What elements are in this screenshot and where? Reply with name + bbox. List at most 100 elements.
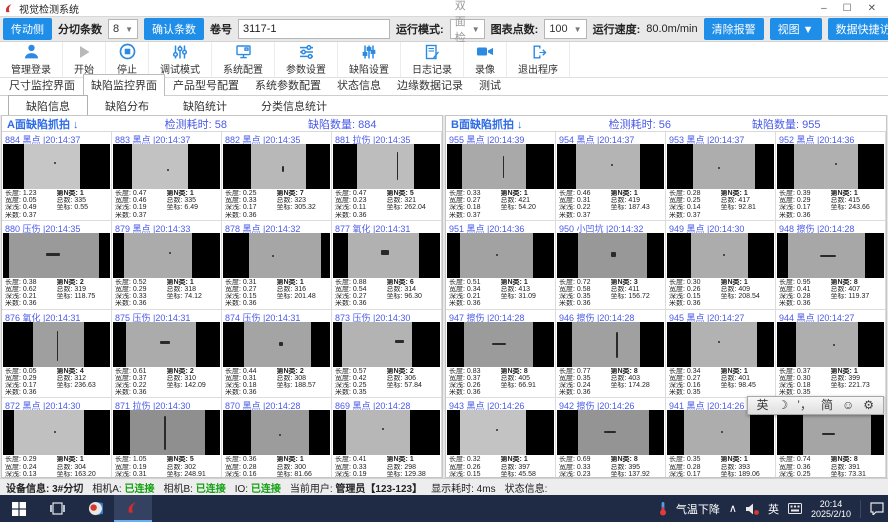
main-tab-1[interactable]: 尺寸监控界面 [1,74,83,95]
defect-cell[interactable]: 874 压伤 |20:14:31长度: 0.44宽度: 0.31深浅: 0.18… [222,310,332,399]
defect-thumbnail[interactable] [777,233,884,278]
defect-cell[interactable]: 877 氧化 |20:14:31长度: 0.88宽度: 0.54深浅: 0.27… [332,221,442,310]
defect-thumbnail[interactable] [113,144,220,189]
main-tab-2[interactable]: 缺陷监控界面 [83,74,165,96]
ribbon-params-sliders-button[interactable]: 参数设置 [275,42,338,77]
defect-cell[interactable]: 949 黑点 |20:14:30长度: 0.30宽度: 0.26深浅: 0.15… [666,221,776,310]
ribbon-camera-button[interactable]: 录像 [464,42,507,77]
thermometer-icon[interactable] [659,501,667,516]
tray-date[interactable]: 2025/2/10 [811,509,851,519]
defect-thumbnail[interactable] [557,410,664,455]
main-tab-6[interactable]: 边缘数据记录 [389,74,471,95]
ime-simplified-mode[interactable]: 简 [821,397,833,414]
defect-thumbnail[interactable] [333,144,440,189]
sub-tab-3[interactable]: 缺陷统计 [166,96,244,116]
ime-keyboard-icon[interactable] [788,503,802,514]
defect-thumbnail[interactable] [777,410,884,455]
tray-time[interactable]: 20:14 [820,499,843,509]
tray-expand-caret[interactable]: ∧ [729,502,737,515]
run-mode-select[interactable]: 双面检测▼ [450,19,485,39]
sub-tab-2[interactable]: 缺陷分布 [88,96,166,116]
ime-settings-gear-icon[interactable]: ⚙ [863,397,874,414]
clear-alarm-button[interactable]: 清除报警 [704,18,764,40]
defect-cell[interactable]: 954 黑点 |20:14:37长度: 0.46宽度: 0.31深浅: 0.22… [556,132,666,221]
defect-thumbnail[interactable] [667,410,774,455]
roll-number-input[interactable] [238,19,390,39]
weather-text[interactable]: 气温下降 [676,501,720,517]
defect-cell[interactable]: 875 压伤 |20:14:31长度: 0.61宽度: 0.37深浅: 0.22… [112,310,222,399]
defect-cell[interactable]: 884 黑点 |20:14:37长度: 1.23宽度: 0.05深浅: 0.49… [2,132,112,221]
defect-cell[interactable]: 876 氧化 |20:14:31长度: 0.05宽度: 0.29深浅: 0.17… [2,310,112,399]
ime-lang-mode[interactable]: 英 [757,397,769,414]
maximize-button[interactable]: ☐ [843,3,852,14]
sub-tab-1[interactable]: 缺陷信息 [8,95,88,117]
main-tab-7[interactable]: 测试 [471,74,509,95]
defect-cell[interactable]: 873 压伤 |20:14:30长度: 0.57宽度: 0.42深浅: 0.25… [332,310,442,399]
task-view-button[interactable] [38,495,76,522]
defect-cell[interactable]: 879 黑点 |20:14:33长度: 0.52宽度: 0.29深浅: 0.33… [112,221,222,310]
volume-icon[interactable] [746,503,759,515]
defect-thumbnail[interactable] [557,144,664,189]
defect-thumbnail[interactable] [447,233,554,278]
confirm-count-button[interactable]: 确认条数 [144,18,204,40]
defect-thumbnail[interactable] [113,410,220,455]
defect-cell[interactable]: 946 擦伤 |20:14:28长度: 0.77宽度: 0.35深浅: 0.24… [556,310,666,399]
defect-cell[interactable]: 869 黑点 |20:14:28长度: 0.41宽度: 0.33深浅: 0.19… [332,398,442,478]
taskbar-app-browser[interactable] [76,495,114,522]
ribbon-exit-button[interactable]: 退出程序 [507,42,570,77]
main-tab-3[interactable]: 产品型号配置 [165,74,247,95]
ribbon-defect-sliders-button[interactable]: 缺陷设置 [338,42,401,77]
defect-cell[interactable]: 872 黑点 |20:14:30长度: 0.29宽度: 0.24深浅: 0.13… [2,398,112,478]
slit-count-select[interactable]: 8▼ [108,19,138,39]
defect-thumbnail[interactable] [667,233,774,278]
defect-thumbnail[interactable] [777,144,884,189]
start-button[interactable] [0,495,38,522]
panel-title-b[interactable]: B面缺陷抓拍 ↓ [451,116,609,132]
defect-thumbnail[interactable] [333,410,440,455]
defect-cell[interactable]: 945 黑点 |20:14:27长度: 0.34宽度: 0.27深浅: 0.16… [666,310,776,399]
defect-thumbnail[interactable] [3,322,110,367]
ribbon-play-button[interactable]: 开始 [63,42,106,77]
defect-thumbnail[interactable] [3,144,110,189]
minimize-button[interactable]: – [821,3,827,14]
defect-cell[interactable]: 880 压伤 |20:14:35长度: 0.38宽度: 0.62深浅: 0.21… [2,221,112,310]
defect-thumbnail[interactable] [667,144,774,189]
defect-thumbnail[interactable] [223,322,330,367]
defect-thumbnail[interactable] [3,410,110,455]
defect-cell[interactable]: 883 黑点 |20:14:37长度: 0.47宽度: 0.46深浅: 0.19… [112,132,222,221]
defect-cell[interactable]: 948 擦伤 |20:14:28长度: 0.95宽度: 0.41深浅: 0.28… [776,221,886,310]
chart-points-select[interactable]: 100▼ [544,19,586,39]
main-tab-4[interactable]: 系统参数配置 [247,74,329,95]
ribbon-stop-button[interactable]: 停止 [106,42,149,77]
defect-thumbnail[interactable] [447,322,554,367]
defect-thumbnail[interactable] [333,233,440,278]
defect-thumbnail[interactable] [447,144,554,189]
defect-cell[interactable]: 950 小凹坑 |20:14:32长度: 0.72宽度: 0.58深浅: 0.3… [556,221,666,310]
defect-cell[interactable]: 955 黑点 |20:14:39长度: 0.33宽度: 0.27深浅: 0.18… [446,132,556,221]
language-indicator[interactable]: 英 [768,501,779,517]
defect-thumbnail[interactable] [333,322,440,367]
defect-thumbnail[interactable] [667,322,774,367]
defect-cell[interactable]: 871 拉伤 |20:14:30长度: 1.05宽度: 0.19深浅: 0.31… [112,398,222,478]
defect-cell[interactable]: 953 黑点 |20:14:37长度: 0.28宽度: 0.25深浅: 0.14… [666,132,776,221]
defect-thumbnail[interactable] [113,322,220,367]
ime-punctuation-icon[interactable]: ’， [797,397,812,414]
defect-cell[interactable]: 951 黑点 |20:14:36长度: 0.51宽度: 0.34深浅: 0.21… [446,221,556,310]
ribbon-monitor-button[interactable]: 系统配置 [212,42,275,77]
sub-tab-4[interactable]: 分类信息统计 [244,96,344,116]
ime-fullwidth-moon-icon[interactable]: ☽ [778,397,789,414]
defect-cell[interactable]: 881 拉伤 |20:14:35长度: 0.47宽度: 0.23深浅: 0.11… [332,132,442,221]
data-access-menu-button[interactable]: 数据快捷访问 ▼ [828,18,888,40]
defect-cell[interactable]: 943 黑点 |20:14:26长度: 0.32宽度: 0.26深浅: 0.15… [446,398,556,478]
taskbar-app-inspection-active[interactable] [114,495,152,522]
defect-thumbnail[interactable] [223,144,330,189]
defect-cell[interactable]: 878 黑点 |20:14:32长度: 0.31宽度: 0.27深浅: 0.15… [222,221,332,310]
defect-thumbnail[interactable] [223,233,330,278]
ime-emoji-icon[interactable]: ☺ [842,397,854,414]
defect-cell[interactable]: 942 擦伤 |20:14:26长度: 0.69宽度: 0.33深浅: 0.23… [556,398,666,478]
close-button[interactable]: ✕ [868,3,876,14]
ribbon-debug-sliders-button[interactable]: 调试模式 [149,42,212,77]
ribbon-log-button[interactable]: 日志记录 [401,42,464,77]
defect-cell[interactable]: 870 黑点 |20:14:28长度: 0.36宽度: 0.28深浅: 0.16… [222,398,332,478]
notification-center-icon[interactable] [870,502,884,515]
